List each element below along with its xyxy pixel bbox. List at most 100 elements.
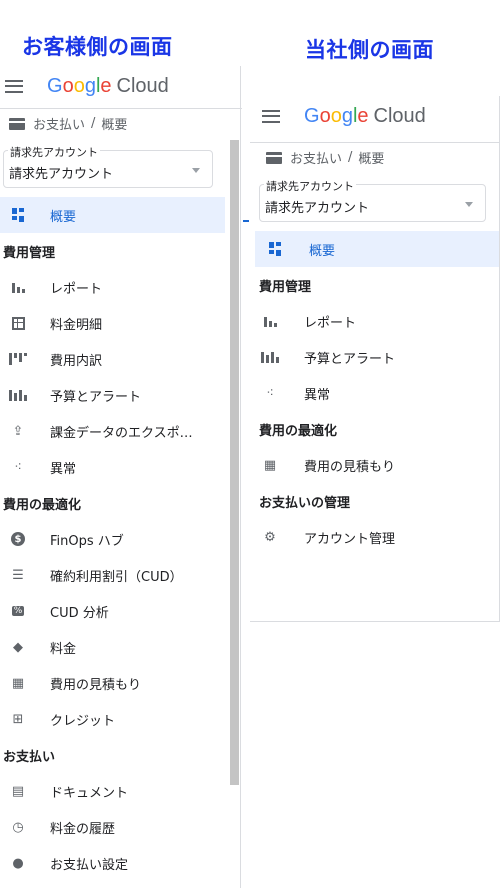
top-bar: Google Cloud (0, 66, 242, 106)
selection-indicator (243, 220, 249, 222)
nav-label: レポート (50, 281, 103, 297)
anomaly-icon: ⁖ (14, 459, 22, 475)
logo-google: Google (304, 104, 369, 127)
nav-label: 費用の見積もり (50, 677, 142, 693)
nav-cud[interactable]: ☰ 確約利用割引（CUD） (0, 557, 242, 593)
nav-reports[interactable]: レポート (0, 269, 242, 305)
gift-icon: ⊞ (12, 711, 24, 727)
nav-cost-breakdown[interactable]: 費用内訳 (0, 341, 242, 377)
logo-cloud: Cloud (116, 74, 169, 97)
dashboard-icon (255, 242, 295, 256)
nav-label: アカウント管理 (304, 531, 396, 547)
history-icon: ◷ (12, 819, 24, 835)
panel-divider (240, 66, 241, 888)
nav-overview[interactable]: 概要 (0, 197, 225, 233)
credit-card-icon (9, 117, 25, 130)
google-cloud-logo[interactable]: Google Cloud (47, 75, 169, 98)
calculator-icon: ▦ (11, 675, 25, 691)
scrollbar[interactable] (230, 140, 239, 785)
calculator-icon: ▦ (263, 457, 277, 473)
account-select-value: 請求先アカウント (9, 167, 114, 182)
nav-payment-settings[interactable]: ● お支払い設定 (0, 845, 242, 881)
budget-icon (250, 351, 290, 363)
billing-account-select[interactable]: 請求先アカウント 請求先アカウント (3, 144, 213, 188)
breadcrumb-overview: 概要 (358, 152, 385, 167)
breadcrumb-separator: / (348, 150, 353, 165)
breadcrumb-billing[interactable]: お支払い (290, 148, 342, 167)
nav-label: 概要 (50, 209, 77, 225)
table-icon (0, 316, 36, 330)
nav-export[interactable]: ⇪ 課金データのエクスポ… (0, 413, 242, 449)
section-cost-optimization: 費用の最適化 (3, 497, 82, 513)
nav-label: 料金 (50, 641, 77, 657)
breadcrumb: お支払い / 概要 (250, 142, 499, 172)
nav-label: 費用内訳 (50, 353, 103, 369)
breadcrumb-separator: / (91, 116, 96, 131)
account-select-value: 請求先アカウント (265, 201, 370, 216)
section-payments: お支払い (3, 749, 56, 765)
nav-label: レポート (304, 315, 357, 331)
nav-label: CUD 分析 (50, 605, 109, 621)
nav-anomalies[interactable]: ⁖ 異常 (0, 449, 242, 485)
logo-cloud: Cloud (373, 104, 426, 127)
caret-down-icon (465, 202, 473, 207)
nav-reports[interactable]: レポート (250, 303, 499, 339)
breadcrumb: お支払い / 概要 (0, 108, 242, 138)
list-icon: ☰ (12, 567, 24, 583)
nav-label: 異常 (50, 461, 77, 477)
dashboard-icon (0, 208, 36, 222)
nav-label: 予算とアラート (304, 351, 396, 367)
google-cloud-logo[interactable]: Google Cloud (304, 105, 426, 128)
account-select-label: 請求先アカウント (264, 178, 356, 194)
tag-icon: ◆ (13, 639, 23, 655)
nav-label: FinOps ハブ (50, 533, 124, 549)
section-cost-optimization: 費用の最適化 (259, 423, 338, 439)
customer-view-panel: Google Cloud お支払い / 概要 請求先アカウント 請求先アカウント… (0, 66, 242, 888)
nav-documents[interactable]: ▤ ドキュメント (0, 773, 242, 809)
nav-account-management[interactable]: ⚙ アカウント管理 (250, 519, 499, 555)
document-icon: ▤ (11, 783, 25, 799)
left-nav: 概要 費用管理 レポート 料金明細 費用内訳 予算とアラート ⇪ 課金データのエ… (0, 197, 242, 881)
menu-icon[interactable] (5, 79, 23, 93)
bar-chart-icon (250, 315, 290, 327)
right-nav: 概要 費用管理 レポート 予算とアラート ⁖ 異常 費用の最適化 ▦ 費用の見積… (250, 231, 499, 555)
gear-icon: ⚙ (264, 529, 276, 545)
left-caption: お客様側の画面 (22, 35, 173, 59)
right-caption: 当社側の画面 (305, 38, 434, 62)
nav-credits[interactable]: ⊞ クレジット (0, 701, 242, 737)
billing-account-select[interactable]: 請求先アカウント 請求先アカウント (259, 178, 486, 222)
credit-card-icon (266, 151, 282, 164)
percent-icon: % (11, 606, 25, 616)
nav-cud-analysis[interactable]: % CUD 分析 (0, 593, 242, 629)
nav-label: 予算とアラート (50, 389, 142, 405)
nav-budgets[interactable]: 予算とアラート (0, 377, 242, 413)
nav-estimate[interactable]: ▦ 費用の見積もり (250, 447, 499, 483)
nav-label: 課金データのエクスポ… (50, 425, 193, 441)
nav-estimate[interactable]: ▦ 費用の見積もり (0, 665, 242, 701)
nav-label: 異常 (304, 387, 331, 403)
caret-down-icon (192, 168, 200, 173)
account-select-label: 請求先アカウント (8, 144, 100, 160)
nav-overview[interactable]: 概要 (255, 231, 499, 267)
company-view-panel: Google Cloud お支払い / 概要 請求先アカウント 請求先アカウント… (250, 96, 500, 622)
nav-anomalies[interactable]: ⁖ 異常 (250, 375, 499, 411)
anomaly-icon: ⁖ (266, 385, 274, 401)
budget-icon (0, 389, 36, 401)
nav-budgets[interactable]: 予算とアラート (250, 339, 499, 375)
upload-icon: ⇪ (12, 423, 24, 439)
nav-finops-hub[interactable]: $ FinOps ハブ (0, 521, 242, 557)
top-bar: Google Cloud (250, 96, 499, 136)
nav-label: 確約利用割引（CUD） (50, 569, 183, 585)
menu-icon[interactable] (262, 109, 280, 123)
nav-label: 費用の見積もり (304, 459, 396, 475)
nav-pricing-table[interactable]: 料金明細 (0, 305, 242, 341)
nav-label: ドキュメント (50, 785, 129, 801)
nav-history[interactable]: ◷ 料金の履歴 (0, 809, 242, 845)
nav-label: クレジット (50, 713, 116, 729)
breadcrumb-billing[interactable]: お支払い (33, 114, 85, 133)
nav-pricing[interactable]: ◆ 料金 (0, 629, 242, 665)
cost-breakdown-icon (0, 353, 36, 365)
section-cost-management: 費用管理 (259, 279, 312, 295)
logo-google: Google (47, 74, 112, 97)
nav-label: 料金の履歴 (50, 821, 116, 837)
